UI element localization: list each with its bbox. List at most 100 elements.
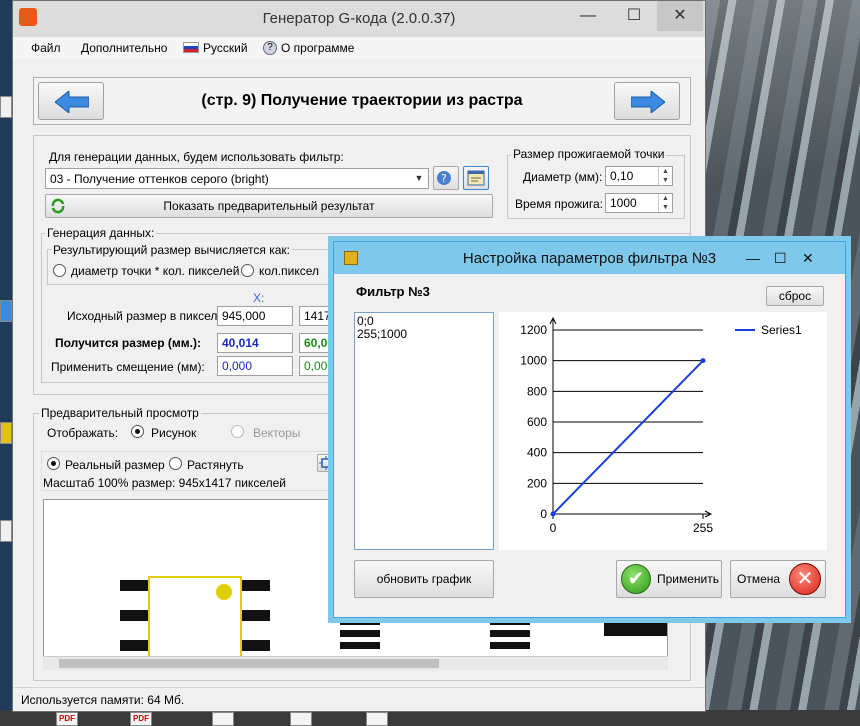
preview-horizontal-scrollbar[interactable] [43,656,668,670]
pad [242,640,270,651]
radio-pixel-count[interactable] [241,264,254,277]
desktop-icon[interactable] [0,300,12,322]
point-line: 255;1000 [357,327,408,341]
taskbar: PDF PDF [0,710,860,726]
pad [604,616,667,636]
maximize-button[interactable]: ☐ [611,1,657,31]
diameter-spinner[interactable]: 0,10 ▲ ▼ [605,166,673,186]
page-navigation: (стр. 9) Получение траектории из растра [33,77,691,125]
show-label: Отображать: [47,426,119,440]
chart-svg: 0 200 400 600 800 1000 1200 0 255 Series1 [520,316,802,535]
legend-entry: Series1 [761,323,802,337]
checkmark-icon: ✔ [621,564,651,594]
help-question-icon: ? [437,171,451,185]
file-icon[interactable] [366,712,388,726]
filter-select[interactable]: 03 - Получение оттенков серого (bright) … [45,168,429,189]
fit-view-icon [319,456,333,470]
filter-help-button[interactable]: ? [433,166,459,190]
dialog-minimize-button[interactable]: — [746,250,760,266]
close-button[interactable]: ✕ [657,1,703,31]
stretch-label: Растянуть [187,458,244,472]
pdf-file-icon[interactable]: PDF [130,712,152,726]
menu-bar: Файл Дополнительно Русский ? О программе [13,37,705,59]
y-tick-label: 400 [527,446,547,460]
settings-window-icon [467,170,485,186]
x-column-header: X: [253,291,265,305]
next-button[interactable] [614,82,680,120]
dialog-maximize-button[interactable]: ☐ [774,250,787,267]
show-preview-button[interactable]: Показать предварительный результат [45,194,493,218]
y-tick-label: 1200 [520,323,547,337]
x-tick-label: 255 [693,521,713,535]
desktop-icon[interactable] [0,422,12,444]
desktop-icon[interactable] [0,520,12,542]
offset-x-input[interactable]: 0,000 [217,356,293,376]
desktop-icon[interactable] [0,96,12,118]
y-tick-label: 1000 [520,354,547,368]
radio-show-vectors[interactable] [231,425,244,438]
radio-show-image[interactable] [131,425,144,438]
result-x-input[interactable]: 40,014 [217,333,293,353]
offset-y-input[interactable]: 0,000 [299,356,335,376]
pdf-file-icon[interactable]: PDF [56,712,78,726]
y-tick-label: 800 [527,384,547,398]
cancel-button[interactable]: Отмена ✕ [730,560,826,598]
dialog-close-button[interactable]: ✕ [802,250,814,267]
radio-diameter-label: диаметр точки * кол. пикселей [71,264,240,278]
chip-pin1-marker [216,584,232,600]
update-chart-button[interactable]: обновить график [354,560,494,598]
filter-group-label: Для генерации данных, будем использовать… [49,150,344,164]
russia-flag-icon [183,42,199,53]
arrow-right-icon [631,91,665,113]
minimize-button[interactable]: — [565,1,611,31]
source-y-input[interactable]: 1417,0 [299,306,335,326]
show-image-label: Рисунок [151,426,197,440]
pad [340,642,380,649]
pad [490,630,530,637]
source-x-input[interactable]: 945,000 [217,306,293,326]
scrollbar-thumb[interactable] [59,659,439,668]
file-icon[interactable] [212,712,234,726]
dialog-title-bar: Настройка параметров фильтра №3 — ☐ ✕ [334,242,845,274]
filter-heading: Фильтр №3 [356,284,430,299]
radio-diameter-times-pixels[interactable] [53,264,66,277]
apply-button[interactable]: ✔ Применить [616,560,722,598]
result-y-input[interactable]: 60,00 [299,333,335,353]
pad [490,642,530,649]
pad [490,618,530,625]
menu-file[interactable]: Файл [31,41,61,55]
radio-stretch[interactable] [169,457,182,470]
data-point [550,511,556,517]
pad [242,610,270,621]
page-title: (стр. 9) Получение траектории из растра [201,92,523,109]
pad [340,630,380,637]
size-calc-label: Результирующий размер вычисляется как: [51,243,292,257]
points-textarea[interactable]: 0;0 255;1000 [354,312,494,550]
pad [120,610,148,621]
filter-settings-button[interactable] [463,166,489,190]
chevron-down-icon: ▼ [414,173,424,183]
y-tick-label: 200 [527,476,547,490]
source-size-label: Исходный размер в пикселях: [67,309,234,323]
svg-text:?: ? [441,172,447,185]
menu-language[interactable]: Русский [203,41,248,55]
data-point [700,358,706,364]
show-vectors-label: Векторы [253,426,301,440]
title-bar: Генератор G-кода (2.0.0.37) — ☐ ✕ [13,1,705,37]
reset-button[interactable]: сброс [766,286,824,306]
generation-group-label: Генерация данных: [45,226,157,240]
result-size-label: Получится размер (мм.): [55,336,201,350]
menu-about[interactable]: О программе [281,41,354,55]
menu-extra[interactable]: Дополнительно [81,41,167,55]
y-tick-label: 600 [527,415,547,429]
file-icon[interactable] [290,712,312,726]
radio-real-size[interactable] [47,457,60,470]
burn-time-spinner[interactable]: 1000 ▲ ▼ [605,193,673,213]
scale-info: Масштаб 100% размер: 945x1417 пикселей [43,476,286,490]
radio-pixel-count-label: кол.пиксел [259,264,319,278]
spinner-arrows-icon[interactable]: ▲ ▼ [658,167,672,185]
spinner-arrows-icon[interactable]: ▲ ▼ [658,194,672,212]
filter-curve-chart: 0 200 400 600 800 1000 1200 0 255 Series1 [499,312,827,550]
series-line [552,359,704,515]
preview-group-label: Предварительный просмотр [39,406,201,420]
